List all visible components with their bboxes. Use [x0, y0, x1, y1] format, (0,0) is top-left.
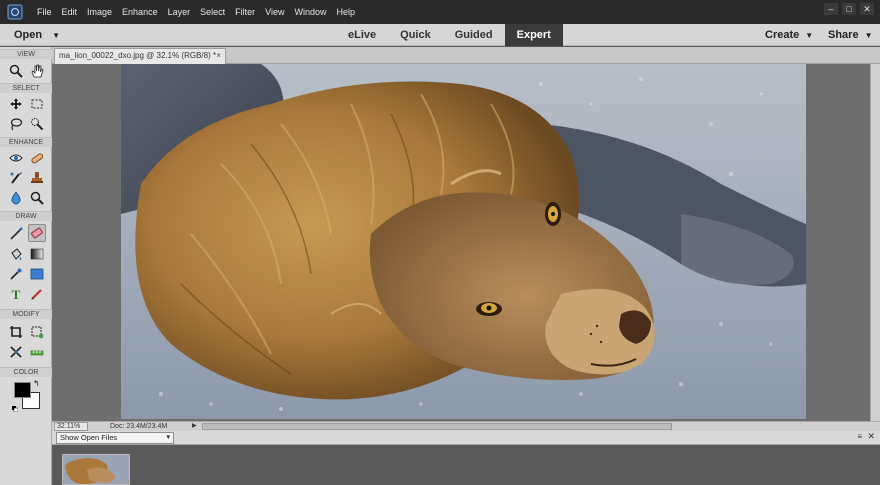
- smart-brush-tool-icon[interactable]: [7, 169, 25, 187]
- photo-bin-select-value: Show Open Files: [60, 433, 118, 442]
- recompose-tool-icon[interactable]: [28, 323, 46, 341]
- photo-bin-area: [52, 445, 880, 485]
- vertical-scrollbar[interactable]: [870, 64, 880, 421]
- hand-tool-icon[interactable]: [28, 62, 46, 80]
- menu-enhance[interactable]: Enhance: [117, 0, 163, 24]
- pencil-tool-icon[interactable]: [28, 285, 46, 303]
- photoshop-elements-logo-icon: [4, 2, 26, 22]
- move-tool-icon[interactable]: [7, 95, 25, 113]
- create-label: Create: [765, 29, 800, 41]
- menu-filter[interactable]: Filter: [230, 0, 260, 24]
- section-enhance-label: ENHANCE: [0, 137, 52, 147]
- document-tab-bar: ma_lion_00022_dxo.jpg @ 32.1% (RGB/8) * …: [52, 47, 880, 64]
- lasso-tool-icon[interactable]: [7, 115, 25, 133]
- paint-bucket-tool-icon[interactable]: [7, 245, 25, 263]
- chevron-down-icon: ▼: [864, 31, 873, 40]
- tab-elive[interactable]: eLive: [336, 24, 388, 46]
- section-draw-label: DRAW: [0, 211, 52, 221]
- photo-bin-select[interactable]: Show Open Files ▾: [56, 432, 174, 444]
- eyedropper-tool-icon[interactable]: [7, 265, 25, 283]
- brush-tool-icon[interactable]: [7, 225, 25, 243]
- lion-photo[interactable]: [121, 64, 806, 419]
- gradient-tool-icon[interactable]: [28, 245, 46, 263]
- open-file-thumbnail[interactable]: [62, 454, 130, 485]
- spot-healing-tool-icon[interactable]: [28, 149, 46, 167]
- quick-selection-tool-icon[interactable]: [28, 115, 46, 133]
- window-controls: – □ ✕: [824, 3, 874, 15]
- bin-close-icon[interactable]: ✕: [867, 431, 875, 442]
- create-button[interactable]: Create ▼: [765, 24, 813, 47]
- crop-tool-icon[interactable]: [7, 323, 25, 341]
- menu-select[interactable]: Select: [195, 0, 230, 24]
- blur-tool-icon[interactable]: [7, 189, 25, 207]
- share-label: Share: [828, 29, 859, 41]
- straighten-tool-icon[interactable]: [28, 343, 46, 361]
- zoom-tool-icon[interactable]: [7, 62, 25, 80]
- close-window-button[interactable]: ✕: [860, 3, 874, 15]
- maximize-button[interactable]: □: [842, 3, 856, 15]
- app-window: File Edit Image Enhance Layer Select Fil…: [0, 0, 880, 485]
- section-color-label: COLOR: [0, 367, 52, 377]
- horizontal-scrollbar[interactable]: [202, 423, 672, 430]
- chevron-down-icon: ▼: [52, 31, 61, 40]
- swap-colors-icon[interactable]: ↰: [33, 379, 40, 388]
- minimize-button[interactable]: –: [824, 3, 838, 15]
- red-eye-tool-icon[interactable]: [7, 149, 25, 167]
- menu-window[interactable]: Window: [289, 0, 331, 24]
- close-tab-icon[interactable]: ×: [216, 49, 221, 63]
- tab-quick[interactable]: Quick: [388, 24, 443, 46]
- status-menu-arrow-icon[interactable]: ▶: [192, 422, 197, 431]
- toolbox-panel: VIEW SELECT ENHANCE DRAW T MODIFY COLOR …: [0, 47, 52, 485]
- share-button[interactable]: Share ▼: [828, 24, 873, 47]
- open-label: Open: [14, 29, 43, 41]
- menu-view[interactable]: View: [260, 0, 289, 24]
- marquee-tool-icon[interactable]: [28, 95, 46, 113]
- photo-bin-bar: Show Open Files ▾ ≡ ✕: [52, 431, 880, 445]
- eraser-tool-icon[interactable]: [28, 224, 46, 242]
- sponge-tool-icon[interactable]: [28, 189, 46, 207]
- type-tool-icon[interactable]: T: [7, 285, 25, 303]
- tab-guided[interactable]: Guided: [443, 24, 505, 46]
- shape-tool-icon[interactable]: [28, 265, 46, 283]
- menu-image[interactable]: Image: [82, 0, 117, 24]
- section-view-label: VIEW: [0, 49, 52, 59]
- content-aware-move-tool-icon[interactable]: [7, 343, 25, 361]
- open-button[interactable]: Open ▼: [14, 24, 60, 46]
- menu-help[interactable]: Help: [331, 0, 360, 24]
- default-colors-icon[interactable]: [12, 399, 19, 413]
- zoom-readout[interactable]: 32.11%: [54, 422, 88, 431]
- document-tab-title: ma_lion_00022_dxo.jpg @ 32.1% (RGB/8) *: [59, 51, 217, 60]
- mode-bar: Open ▼ eLive Quick Guided Expert Create ▼ …: [0, 24, 880, 46]
- foreground-color-swatch[interactable]: [14, 382, 31, 398]
- menu-file[interactable]: File: [32, 0, 57, 24]
- document-size-readout: Doc: 23.4M/23.4M: [110, 423, 168, 430]
- chevron-down-icon: ▾: [166, 434, 170, 441]
- mode-tabs: eLive Quick Guided Expert: [336, 24, 563, 46]
- chevron-down-icon: ▼: [805, 31, 814, 40]
- document-tab[interactable]: ma_lion_00022_dxo.jpg @ 32.1% (RGB/8) * …: [54, 48, 226, 64]
- status-bar: 32.11% Doc: 23.4M/23.4M ▶: [52, 421, 880, 431]
- svg-text:T: T: [12, 287, 21, 301]
- tab-expert[interactable]: Expert: [504, 24, 563, 46]
- section-modify-label: MODIFY: [0, 309, 52, 319]
- canvas-area[interactable]: [52, 64, 870, 421]
- section-select-label: SELECT: [0, 83, 52, 93]
- clone-stamp-tool-icon[interactable]: [28, 169, 46, 187]
- menu-edit[interactable]: Edit: [57, 0, 83, 24]
- bin-menu-icon[interactable]: ≡: [857, 432, 862, 441]
- menu-layer[interactable]: Layer: [163, 0, 196, 24]
- menu-bar: File Edit Image Enhance Layer Select Fil…: [0, 0, 880, 24]
